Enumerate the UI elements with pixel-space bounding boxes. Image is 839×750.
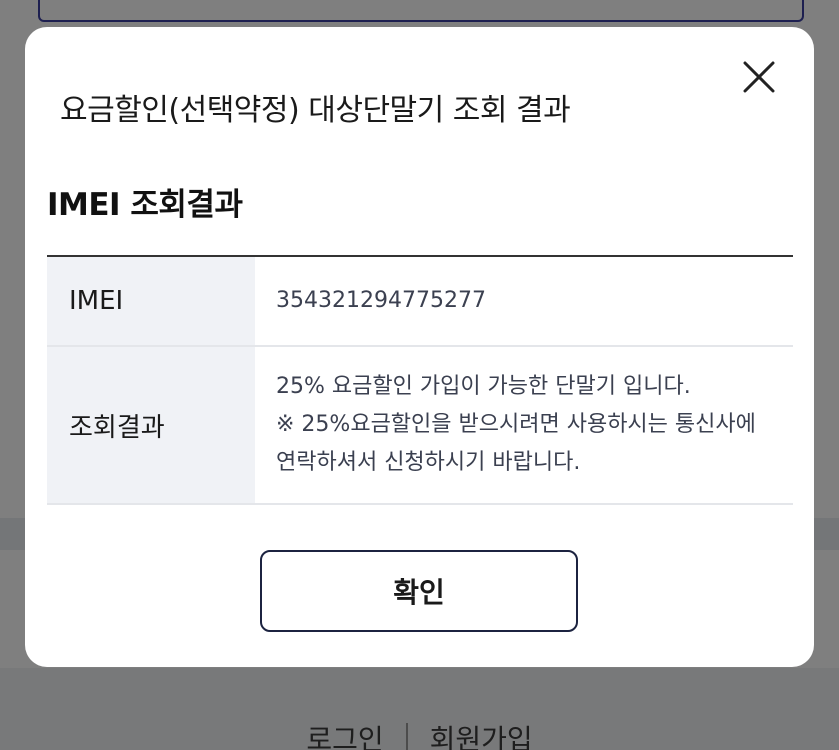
imei-value: 354321294775277 xyxy=(255,256,793,347)
result-line: 25% 요금할인 가입이 가능한 단말기 입니다. xyxy=(276,374,691,399)
close-button[interactable] xyxy=(739,57,779,97)
result-value: 25% 요금할인 가입이 가능한 단말기 입니다. ※ 25%요금할인을 받으시… xyxy=(255,346,793,505)
table-row-imei: IMEI 354321294775277 xyxy=(47,256,793,347)
result-table: IMEI 354321294775277 조회결과 25% 요금할인 가입이 가… xyxy=(47,255,793,505)
close-icon xyxy=(743,61,775,93)
confirm-button[interactable]: 확인 xyxy=(260,550,578,632)
modal-title: 요금할인(선택약정) 대상단말기 조회 결과 xyxy=(60,93,571,128)
result-label: 조회결과 xyxy=(47,346,255,505)
result-line: 연락하셔서 신청하시기 바랍니다. xyxy=(276,450,581,475)
result-modal: 요금할인(선택약정) 대상단말기 조회 결과 IMEI 조회결과 IMEI 35… xyxy=(25,27,814,667)
imei-label: IMEI xyxy=(47,256,255,347)
table-row-result: 조회결과 25% 요금할인 가입이 가능한 단말기 입니다. ※ 25%요금할인… xyxy=(47,346,793,505)
result-line: ※ 25%요금할인을 받으시려면 사용하시는 통신사에 xyxy=(276,412,756,437)
section-title: IMEI 조회결과 xyxy=(47,187,243,223)
